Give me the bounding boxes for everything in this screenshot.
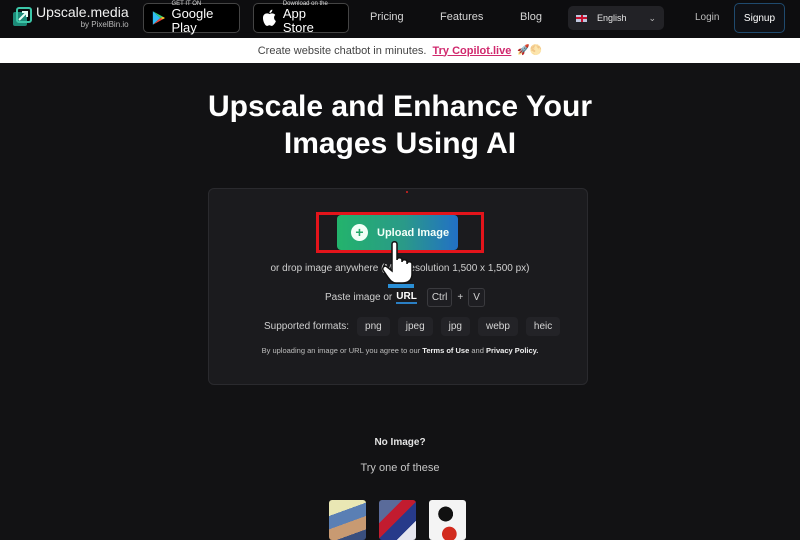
format-badge: jpeg [397,317,433,336]
format-badge: webp [478,317,518,336]
logo[interactable]: Upscale.media by PixelBin.io [12,5,129,29]
terms-notice: By uploading an image or URL you agree t… [0,346,800,355]
paste-row: Paste image or URL Ctrl + V [325,288,485,307]
google-play-label: Google Play [171,5,214,35]
rocket-moon-icon: 🚀🌕 [517,45,543,56]
logo-subtitle: by PixelBin.io [80,20,129,29]
banner-link[interactable]: Try Copilot.live [433,45,512,57]
url-link[interactable]: URL [396,291,417,304]
format-badge: heic [525,317,561,336]
key-plus: + [457,292,464,303]
page-title-line-1: Upscale and Enhance Your [207,90,592,123]
sample-image-robot[interactable] [379,500,416,540]
banner-text: Create website chatbot in minutes. [257,44,427,57]
format-badge: png [357,317,390,336]
nav-link-features[interactable]: Features [440,11,483,23]
login-link[interactable]: Login [695,12,719,23]
language-label: English [597,13,627,23]
page-title: Upscale and Enhance Your Images Using AI [0,88,800,162]
terms-prefix: By uploading an image or URL you agree t… [261,346,421,355]
nav-link-pricing[interactable]: Pricing [370,11,404,23]
top-navbar: Upscale.media by PixelBin.io GET IT ON G… [0,0,800,38]
logo-title: Upscale.media [36,4,129,20]
sample-image-ape[interactable] [329,500,366,540]
format-badge: jpg [440,317,470,336]
page-title-line-2: Images Using AI [283,127,517,160]
formats-label: Supported formats: [264,321,350,332]
uk-flag-icon [576,14,587,22]
upscale-logo-icon [13,7,32,26]
terms-of-use-link[interactable]: Terms of Use [422,346,469,355]
no-image-heading: No Image? [374,437,426,448]
app-store-button[interactable]: Download on the App Store [253,1,349,35]
hand-pointer-cursor-icon [382,241,414,288]
promo-banner: Create website chatbot in minutes. Try C… [0,38,800,63]
key-v: V [468,288,485,307]
language-selector[interactable]: English ⌄ [568,6,664,30]
chevron-down-icon: ⌄ [648,12,656,23]
signup-button[interactable]: Signup [734,3,785,33]
try-samples-text: Try one of these [360,462,440,474]
app-store-label: App Store [282,5,314,35]
paste-text: Paste image or [325,292,393,303]
supported-formats: Supported formats: png jpeg jpg webp hei… [264,317,561,336]
terms-and: and [471,346,484,355]
google-play-icon [152,11,166,25]
key-ctrl: Ctrl [426,288,453,307]
apple-icon [262,9,276,26]
privacy-policy-link[interactable]: Privacy Policy. [486,346,538,355]
google-play-button[interactable]: GET IT ON Google Play [143,1,240,35]
indicator-dot [406,191,408,193]
sample-image-mickey[interactable] [429,500,466,540]
nav-link-blog[interactable]: Blog [520,11,542,23]
